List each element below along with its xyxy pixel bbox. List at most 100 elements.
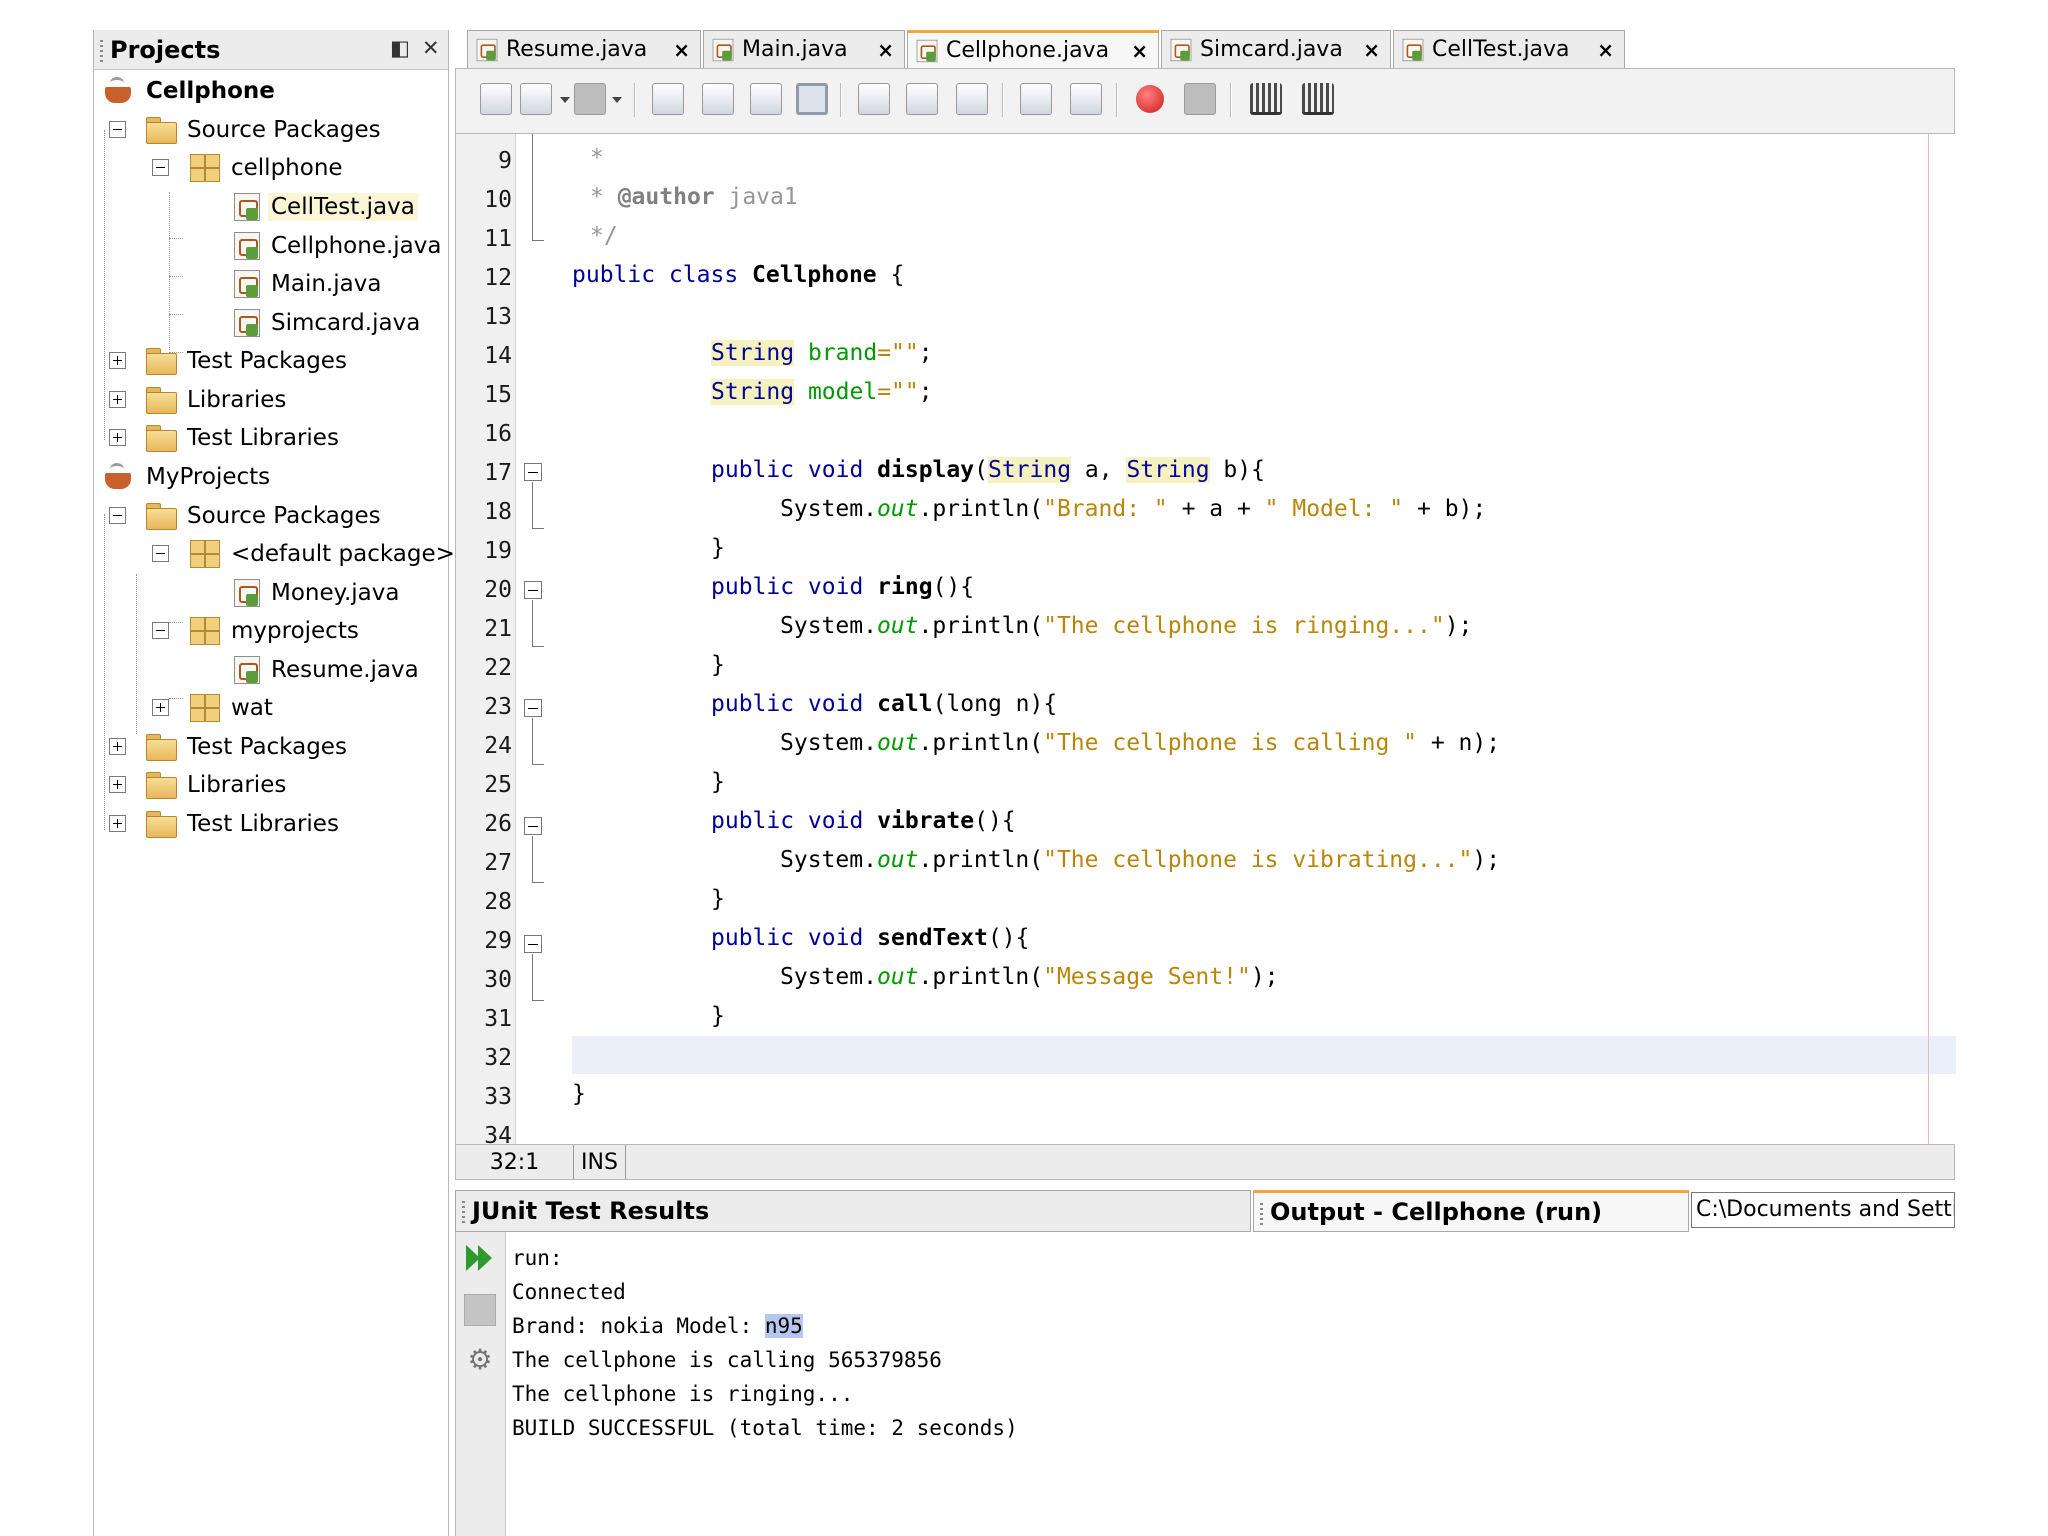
- fold-toggle-icon[interactable]: [524, 581, 542, 599]
- code-line-11: */: [590, 223, 618, 249]
- minimize-window-icon[interactable]: ◧: [390, 36, 410, 60]
- close-tab-icon[interactable]: ×: [673, 38, 690, 62]
- tree-node-celltest-java[interactable]: CellTest.java: [234, 188, 418, 226]
- expand-icon[interactable]: [109, 738, 126, 755]
- toggle-highlight-icon[interactable]: [796, 83, 828, 115]
- folder-icon: [146, 811, 177, 838]
- tree-node-resume-java[interactable]: Resume.java: [234, 651, 422, 689]
- project-icon: [103, 76, 135, 106]
- close-tab-icon[interactable]: ×: [1363, 38, 1380, 62]
- previous-bookmark-icon[interactable]: [858, 83, 890, 115]
- record-macro-icon[interactable]: [1136, 85, 1164, 113]
- shift-right-icon[interactable]: [1070, 83, 1102, 115]
- current-line-highlight: [572, 1036, 1956, 1074]
- toggle-bookmark-icon[interactable]: [956, 83, 988, 115]
- next-bookmark-icon[interactable]: [906, 83, 938, 115]
- package-icon: [190, 540, 220, 568]
- tree-node-libraries[interactable]: Libraries: [146, 381, 289, 419]
- editor-status-bar: 32:1 INS: [455, 1144, 1955, 1180]
- close-tab-icon[interactable]: ×: [1597, 38, 1614, 62]
- back-icon[interactable]: [480, 83, 512, 115]
- collapse-icon[interactable]: [109, 507, 126, 524]
- fold-toggle-icon[interactable]: [524, 463, 542, 481]
- tree-node-cellphone-java[interactable]: Cellphone.java: [234, 227, 444, 265]
- shift-left-icon[interactable]: [1020, 83, 1052, 115]
- close-tab-icon[interactable]: ×: [877, 38, 894, 62]
- stop-icon[interactable]: [464, 1294, 496, 1326]
- find-previous-icon[interactable]: [702, 83, 734, 115]
- insert-mode: INS: [574, 1145, 626, 1179]
- output-console[interactable]: ⚙ run: Connected Brand: nokia Model: n95…: [455, 1232, 1955, 1536]
- code-line-29: public void sendText(){: [711, 925, 1030, 951]
- output-path-field[interactable]: C:\Documents and Settin: [1691, 1192, 1955, 1228]
- find-next-icon[interactable]: [750, 83, 782, 115]
- tree-node-source-packages[interactable]: Source Packages: [146, 111, 384, 149]
- collapse-icon[interactable]: [152, 545, 169, 562]
- tree-node-source-packages-2[interactable]: Source Packages: [146, 497, 384, 535]
- tree-node-test-packages[interactable]: Test Packages: [146, 342, 350, 380]
- code-line-14: String brand="";: [711, 340, 933, 366]
- tab-cellphone-java[interactable]: Cellphone.java ×: [907, 30, 1159, 68]
- tree-node-test-libraries-2[interactable]: Test Libraries: [146, 805, 342, 843]
- drag-grip-icon[interactable]: [462, 1201, 465, 1223]
- forward-icon[interactable]: [520, 83, 552, 115]
- tree-node-myprojects-project[interactable]: MyProjects: [103, 458, 273, 496]
- drag-grip-icon[interactable]: [1260, 1203, 1263, 1225]
- tree-node-package-wat[interactable]: wat: [190, 689, 276, 727]
- expand-icon[interactable]: [152, 699, 169, 716]
- folder-icon: [146, 117, 177, 144]
- code-editor[interactable]: 9 10 11 12 13 14 15 16 17 18 19 20 21 22…: [455, 134, 1956, 1149]
- java-file-icon: [234, 270, 260, 298]
- last-edit-icon[interactable]: [574, 83, 606, 115]
- line-number: 31: [484, 1006, 512, 1032]
- tab-junit-test-results[interactable]: JUnit Test Results: [455, 1190, 1251, 1232]
- selected-text: n95: [764, 1314, 803, 1338]
- output-tab-bar: JUnit Test Results Output - Cellphone (r…: [455, 1190, 1955, 1232]
- stop-macro-icon[interactable]: [1184, 83, 1216, 115]
- fold-toggle-icon[interactable]: [524, 699, 542, 717]
- code-line-24: System.out.println("The cellphone is cal…: [780, 730, 1501, 756]
- expand-icon[interactable]: [109, 429, 126, 446]
- chevron-down-icon[interactable]: [612, 97, 622, 103]
- rerun-icon[interactable]: [464, 1242, 496, 1274]
- line-number: 16: [484, 421, 512, 447]
- expand-icon[interactable]: [109, 352, 126, 369]
- chevron-down-icon[interactable]: [560, 97, 570, 103]
- output-line: The cellphone is ringing...: [512, 1382, 854, 1406]
- tab-output-cellphone-run[interactable]: Output - Cellphone (run): [1253, 1190, 1689, 1232]
- tree-node-cellphone-project[interactable]: Cellphone: [103, 72, 278, 110]
- tree-node-test-packages-2[interactable]: Test Packages: [146, 728, 350, 766]
- java-file-icon: [234, 232, 260, 260]
- expand-icon[interactable]: [109, 815, 126, 832]
- tab-simcard-java[interactable]: Simcard.java ×: [1161, 30, 1391, 68]
- tab-resume-java[interactable]: Resume.java ×: [467, 30, 701, 68]
- fold-toggle-icon[interactable]: [524, 935, 542, 953]
- settings-icon[interactable]: ⚙: [464, 1344, 496, 1376]
- line-number: 9: [498, 148, 512, 174]
- tab-main-java[interactable]: Main.java ×: [703, 30, 905, 68]
- tree-node-test-libraries[interactable]: Test Libraries: [146, 419, 342, 457]
- comment-icon[interactable]: [1250, 83, 1282, 115]
- tab-celltest-java[interactable]: CellTest.java ×: [1393, 30, 1625, 68]
- collapse-icon[interactable]: [109, 121, 126, 138]
- tree-node-money-java[interactable]: Money.java: [234, 574, 402, 612]
- drag-grip-icon[interactable]: [100, 40, 103, 62]
- collapse-icon[interactable]: [152, 622, 169, 639]
- tree-node-package-cellphone[interactable]: cellphone: [190, 149, 346, 187]
- uncomment-icon[interactable]: [1302, 83, 1334, 115]
- tree-node-default-package[interactable]: <default package>: [190, 535, 458, 573]
- fold-toggle-icon[interactable]: [524, 817, 542, 835]
- tree-node-simcard-java[interactable]: Simcard.java: [234, 304, 423, 342]
- tree-node-package-myprojects[interactable]: myprojects: [190, 612, 362, 650]
- find-icon[interactable]: [652, 83, 684, 115]
- close-icon[interactable]: ✕: [422, 36, 440, 60]
- line-number: 33: [484, 1084, 512, 1110]
- editor-tab-bar: Resume.java × Main.java × Cellphone.java…: [455, 30, 1955, 68]
- close-tab-icon[interactable]: ×: [1131, 39, 1148, 63]
- tree-node-libraries-2[interactable]: Libraries: [146, 766, 289, 804]
- line-number: 23: [484, 694, 512, 720]
- collapse-icon[interactable]: [152, 159, 169, 176]
- expand-icon[interactable]: [109, 776, 126, 793]
- tree-node-main-java[interactable]: Main.java: [234, 265, 384, 303]
- expand-icon[interactable]: [109, 391, 126, 408]
